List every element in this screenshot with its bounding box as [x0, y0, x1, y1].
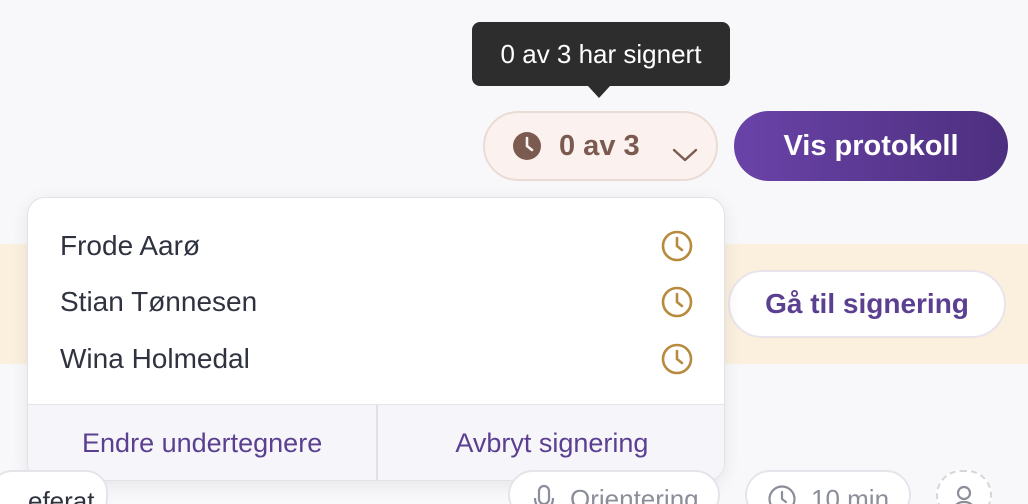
agenda-type-chip[interactable]: Orientering — [508, 470, 720, 504]
signer-name: Frode Aarø — [60, 230, 201, 261]
clock-icon — [660, 229, 694, 263]
clock-icon — [767, 484, 797, 504]
duration-chip[interactable]: 10 min — [745, 470, 911, 504]
signers-dropdown: Frode Aarø Stian Tønnesen Wina Holmedal … — [27, 197, 725, 481]
chevron-down-icon — [672, 138, 698, 162]
clock-icon — [660, 285, 694, 319]
assign-person-button[interactable] — [936, 470, 992, 504]
signer-name: Wina Holmedal — [60, 343, 250, 374]
person-icon — [952, 484, 976, 504]
signature-status-tooltip: 0 av 3 har signert — [472, 22, 730, 86]
duration-label: 10 min — [811, 484, 890, 504]
microphone-icon — [532, 484, 556, 504]
tab-referat[interactable]: eferat — [0, 470, 108, 504]
signer-row: Frode Aarø — [60, 224, 694, 268]
agenda-type-label: Orientering — [570, 484, 699, 504]
signature-status-button[interactable]: 0 av 3 — [483, 111, 718, 181]
signer-row: Stian Tønnesen — [60, 280, 694, 324]
tooltip-arrow — [588, 86, 610, 98]
clock-icon — [511, 130, 543, 162]
signer-name: Stian Tønnesen — [60, 286, 258, 317]
signer-row: Wina Holmedal — [60, 337, 694, 381]
signature-status-label: 0 av 3 — [559, 129, 640, 162]
clock-icon — [660, 342, 694, 376]
go-to-signing-button[interactable]: Gå til signering — [728, 270, 1006, 338]
view-protocol-button[interactable]: Vis protokoll — [734, 111, 1008, 181]
